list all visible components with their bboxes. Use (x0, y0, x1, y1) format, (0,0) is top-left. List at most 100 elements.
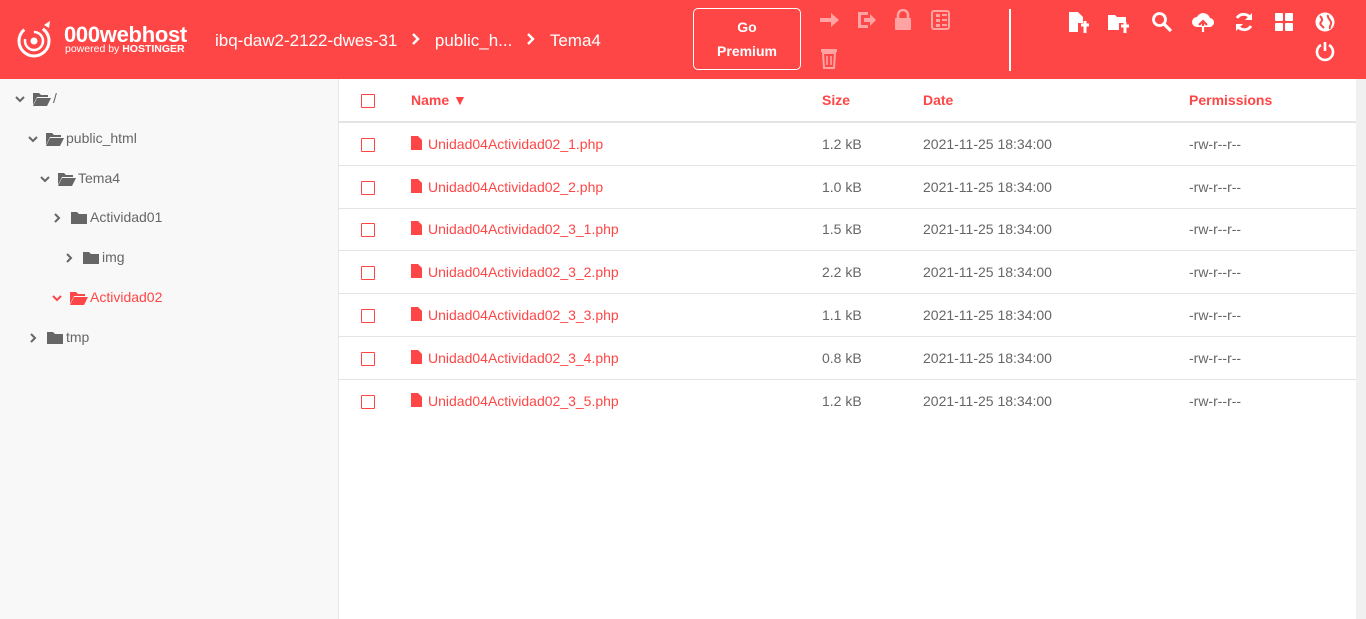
chevron-right-icon[interactable] (52, 213, 62, 224)
table-row[interactable]: Unidad04Actividad02_3_4.php 0.8 kB 2021-… (339, 337, 1356, 380)
delete-icon[interactable] (818, 47, 840, 69)
tree-item-label: tmp (66, 329, 90, 345)
rename-icon[interactable] (855, 9, 877, 31)
logo[interactable]: 000webhost powered by HOSTINGER (14, 20, 199, 60)
folder-open-icon (46, 133, 64, 147)
tree-item-label: img (102, 249, 125, 265)
file-size: 1.5 kB (822, 221, 862, 237)
file-name[interactable]: Unidad04Actividad02_3_4.php (428, 350, 619, 366)
table-row[interactable]: Unidad04Actividad02_3_1.php 1.5 kB 2021-… (339, 208, 1356, 251)
table-row[interactable]: Unidad04Actividad02_2.php 1.0 kB 2021-11… (339, 166, 1356, 209)
file-size: 0.8 kB (822, 350, 862, 366)
premium-line-2: Premium (717, 43, 777, 59)
chevron-down-icon[interactable] (15, 94, 25, 104)
row-checkbox[interactable] (361, 352, 375, 366)
file-date: 2021-11-25 18:34:00 (923, 307, 1052, 323)
file-permissions[interactable]: -rw-r--r-- (1189, 393, 1241, 409)
refresh-icon[interactable] (1233, 11, 1255, 33)
folder-closed-icon (83, 252, 99, 265)
toolbar-divider (1009, 9, 1011, 71)
table-row[interactable]: Unidad04Actividad02_3_5.php 1.2 kB 2021-… (339, 380, 1356, 422)
file-permissions[interactable]: -rw-r--r-- (1189, 264, 1241, 280)
file-name[interactable]: Unidad04Actividad02_3_2.php (428, 264, 619, 280)
file-icon (411, 307, 422, 321)
search-icon[interactable] (1151, 11, 1173, 33)
tree-item-label: public_html (66, 130, 137, 146)
tree-item-actividad02[interactable]: Actividad02 (52, 289, 162, 309)
logo-swirl-icon (17, 21, 51, 58)
column-header-name[interactable]: Name ▼ (411, 92, 467, 108)
file-name[interactable]: Unidad04Actividad02_1.php (428, 136, 603, 152)
file-date: 2021-11-25 18:34:00 (923, 393, 1052, 409)
go-premium-button[interactable]: Go Premium (693, 8, 801, 70)
file-name[interactable]: Unidad04Actividad02_3_5.php (428, 393, 619, 409)
tree-item-public-html[interactable]: public_html (28, 130, 137, 150)
select-all-checkbox[interactable] (361, 94, 375, 108)
file-permissions[interactable]: -rw-r--r-- (1189, 307, 1241, 323)
top-bar: 000webhost powered by HOSTINGER ibq-daw2… (0, 0, 1366, 79)
table-row[interactable]: Unidad04Actividad02_3_3.php 1.1 kB 2021-… (339, 294, 1356, 337)
breadcrumb-item-account[interactable]: ibq-daw2-2122-dwes-31 (215, 31, 397, 51)
column-header-permissions[interactable]: Permissions (1189, 92, 1272, 108)
globe-icon[interactable] (1314, 11, 1336, 33)
chevron-down-icon[interactable] (28, 134, 38, 144)
file-date: 2021-11-25 18:34:00 (923, 179, 1052, 195)
upload-icon[interactable] (1192, 11, 1214, 33)
tree-item-tmp[interactable]: tmp (28, 329, 89, 349)
row-checkbox[interactable] (361, 266, 375, 280)
row-checkbox[interactable] (361, 223, 375, 237)
grid-view-icon[interactable] (1273, 11, 1295, 33)
file-permissions[interactable]: -rw-r--r-- (1189, 136, 1241, 152)
table-row[interactable]: Unidad04Actividad02_1.php 1.2 kB 2021-11… (339, 123, 1356, 166)
file-size: 1.1 kB (822, 307, 862, 323)
table-header: Name ▼ Size Date Permissions (339, 79, 1356, 123)
folder-tree-sidebar: / public_html Tema4 Actividad01 img Acti… (0, 79, 339, 619)
breadcrumb-item-public-html[interactable]: public_h... (435, 31, 513, 51)
file-name[interactable]: Unidad04Actividad02_3_1.php (428, 221, 619, 237)
tree-item-label: Actividad02 (90, 289, 163, 305)
file-size: 1.0 kB (822, 179, 862, 195)
new-file-icon[interactable] (1067, 11, 1089, 33)
breadcrumb-item-tema4[interactable]: Tema4 (550, 31, 601, 51)
file-icon (411, 179, 422, 193)
vertical-scrollbar[interactable] (1356, 79, 1366, 619)
chevron-right-icon[interactable] (28, 333, 38, 344)
tree-item-actividad01[interactable]: Actividad01 (52, 209, 162, 229)
table-row[interactable]: Unidad04Actividad02_3_2.php 2.2 kB 2021-… (339, 251, 1356, 294)
logo-subtitle: powered by HOSTINGER (65, 43, 185, 55)
chevron-down-icon[interactable] (52, 293, 62, 303)
premium-line-1: Go (737, 19, 757, 35)
row-checkbox[interactable] (361, 309, 375, 323)
tree-item-root[interactable]: / (15, 90, 57, 110)
file-permissions[interactable]: -rw-r--r-- (1189, 350, 1241, 366)
tree-item-img[interactable]: img (64, 249, 125, 269)
column-header-date[interactable]: Date (923, 92, 953, 108)
file-icon (411, 264, 422, 278)
chevron-down-icon[interactable] (40, 174, 50, 184)
file-date: 2021-11-25 18:34:00 (923, 264, 1052, 280)
file-date: 2021-11-25 18:34:00 (923, 221, 1052, 237)
breadcrumb: ibq-daw2-2122-dwes-31 public_h... Tema4 (215, 30, 601, 51)
new-folder-icon[interactable] (1107, 11, 1129, 33)
file-date: 2021-11-25 18:34:00 (923, 136, 1052, 152)
archive-icon[interactable] (929, 9, 951, 31)
file-permissions[interactable]: -rw-r--r-- (1189, 221, 1241, 237)
move-icon[interactable] (818, 9, 840, 31)
file-icon (411, 136, 422, 150)
file-date: 2021-11-25 18:34:00 (923, 350, 1052, 366)
power-icon[interactable] (1314, 40, 1336, 62)
tree-item-label: Actividad01 (90, 209, 163, 225)
file-permissions[interactable]: -rw-r--r-- (1189, 179, 1241, 195)
row-checkbox[interactable] (361, 138, 375, 152)
file-name[interactable]: Unidad04Actividad02_2.php (428, 179, 603, 195)
file-icon (411, 393, 422, 407)
chevron-right-icon (412, 33, 420, 45)
column-header-size[interactable]: Size (822, 92, 850, 108)
file-list: Name ▼ Size Date Permissions Unidad04Act… (339, 79, 1356, 619)
row-checkbox[interactable] (361, 181, 375, 195)
file-name[interactable]: Unidad04Actividad02_3_3.php (428, 307, 619, 323)
chevron-right-icon[interactable] (64, 253, 74, 264)
permissions-icon[interactable] (892, 9, 914, 31)
tree-item-tema4[interactable]: Tema4 (40, 170, 120, 190)
row-checkbox[interactable] (361, 395, 375, 409)
